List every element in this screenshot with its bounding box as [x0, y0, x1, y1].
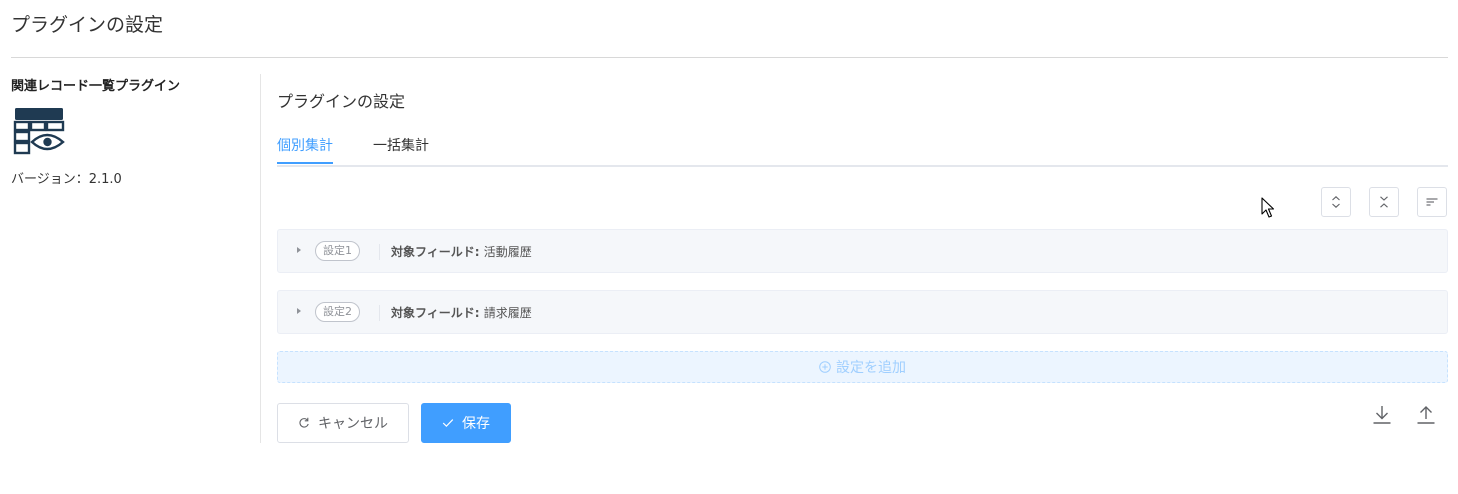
- tab-individual[interactable]: 個別集計: [277, 135, 333, 163]
- expand-all-icon: [1332, 196, 1340, 208]
- target-field: 対象フィールド: 活動履歴: [391, 243, 532, 260]
- title-divider: [11, 57, 1448, 58]
- add-setting-label: 設定を追加: [836, 360, 906, 376]
- tab-active-underline: [277, 162, 333, 164]
- tab-bulk[interactable]: 一括集計: [373, 135, 429, 163]
- target-field-value: 活動履歴: [483, 245, 532, 259]
- add-setting-button[interactable]: 設定を追加: [277, 351, 1448, 383]
- caret-right-icon: [297, 247, 301, 253]
- setting-item-2[interactable]: 設定2 対象フィールド: 請求履歴: [277, 290, 1448, 334]
- target-field-value: 請求履歴: [483, 306, 532, 320]
- cancel-label: キャンセル: [318, 416, 388, 432]
- tag-separator: [379, 244, 380, 260]
- cancel-button[interactable]: キャンセル: [277, 403, 409, 443]
- upload-icon[interactable]: [1415, 404, 1437, 426]
- plus-circle-icon: [819, 361, 831, 373]
- sidebar: 関連レコード一覧プラグイン バージョン：2.1.0: [11, 74, 251, 187]
- tab-bar: 個別集計 一括集計: [277, 133, 1448, 167]
- refresh-icon: [299, 417, 309, 428]
- sort-button[interactable]: [1417, 187, 1447, 217]
- target-field: 対象フィールド: 請求履歴: [391, 304, 532, 321]
- target-field-label: 対象フィールド:: [391, 245, 480, 259]
- mouse-cursor-icon: [1261, 197, 1275, 218]
- caret-right-icon: [297, 308, 301, 314]
- sort-icon: [1426, 198, 1438, 206]
- version-text: バージョン：2.1.0: [11, 172, 122, 187]
- section-title: プラグインの設定: [277, 92, 406, 111]
- setting-tag: 設定2: [315, 302, 360, 322]
- setting-item-1[interactable]: 設定1 対象フィールド: 活動履歴: [277, 229, 1448, 273]
- setting-tag: 設定1: [315, 241, 360, 261]
- table-eye-icon: [13, 108, 65, 155]
- download-icon[interactable]: [1371, 404, 1393, 426]
- target-field-label: 対象フィールド:: [391, 306, 480, 320]
- check-icon: [442, 419, 454, 428]
- expand-all-button[interactable]: [1321, 187, 1351, 217]
- collapse-all-button[interactable]: [1369, 187, 1399, 217]
- collapse-all-icon: [1380, 196, 1388, 208]
- save-button[interactable]: 保存: [421, 403, 511, 443]
- save-label: 保存: [462, 416, 490, 432]
- plugin-name: 関連レコード一覧プラグイン: [11, 79, 181, 94]
- tag-separator: [379, 305, 380, 321]
- page-title: プラグインの設定: [11, 14, 164, 36]
- vertical-divider: [260, 74, 261, 443]
